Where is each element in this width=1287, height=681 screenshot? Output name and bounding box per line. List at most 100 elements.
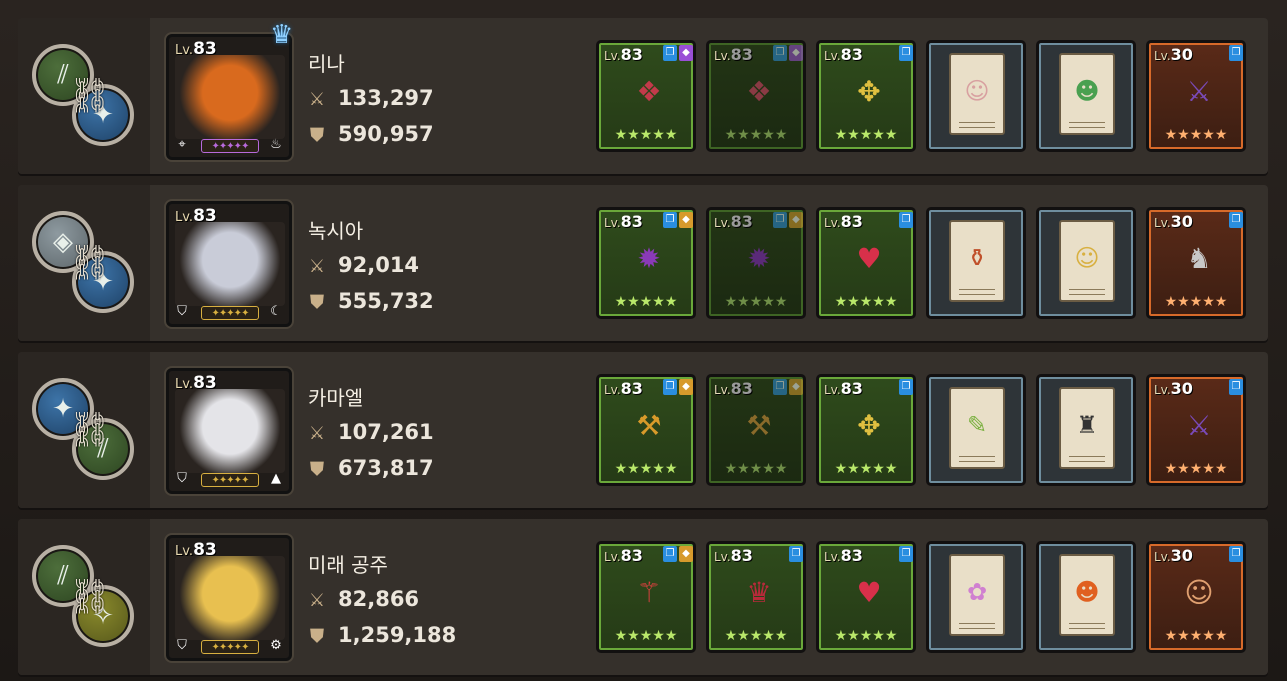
card-portrait-icon: ✎ — [966, 411, 988, 439]
chain-link-icon: ⛓ — [68, 243, 112, 283]
level-prefix: Lv. — [175, 43, 194, 58]
defense-value: 555,732 — [338, 289, 434, 313]
slot-level-value: 83 — [840, 546, 863, 565]
hero-row[interactable]: ✦ ⫽ ⛓ Lv.83 ✦✦✦✦✦ ⛉ ▲ 카마엘 ⚔ 107,261 ⛊ 673,817 Lv.83 ❐… — [18, 352, 1268, 508]
attack-value: 133,297 — [338, 86, 434, 110]
card-face: ☻ — [1059, 554, 1115, 636]
bookmark-icon: ❐ — [1229, 45, 1243, 61]
amulet-icon: ♥ — [856, 575, 882, 609]
equipment-slot[interactable]: Lv.83 ❐ ◆ ⚚ ★★★★★ — [596, 541, 696, 653]
slot-level: Lv.83 — [604, 45, 643, 64]
slot-stars: ★★★★★ — [834, 461, 898, 477]
card-label-line — [1069, 456, 1105, 462]
equipment-slot[interactable]: Lv.30 ❐ ⚔ ★★★★★ — [1146, 374, 1246, 486]
slot-stars: ★★★★★ — [1164, 127, 1228, 143]
equipment-slot[interactable]: ♜ — [1036, 374, 1136, 486]
level-prefix: Lv. — [1154, 216, 1171, 230]
equipment-slot[interactable]: Lv.83 ❐ ◆ ⚒ ★★★★★ — [596, 374, 696, 486]
bookmark-icon: ❐ — [789, 546, 803, 562]
relic-icon: ☺ — [1184, 575, 1214, 609]
defense-stat: ⛊ 555,732 — [306, 289, 434, 313]
card-label-line — [1069, 623, 1105, 629]
card-label-line — [959, 122, 995, 128]
equipment-slot[interactable]: Lv.83 ❐ ◆ ✹ ★★★★★ — [596, 207, 696, 319]
bookmark-icon: ❐ — [899, 45, 913, 61]
bow-icon: ⌖ — [178, 137, 186, 152]
moon-icon: ☾ — [270, 304, 282, 319]
equipment-slot[interactable]: Lv.30 ❐ ☺ ★★★★★ — [1146, 541, 1246, 653]
orb-icon: ✹ — [637, 241, 661, 275]
chain-skill-pair[interactable]: ◈ ✦ ⛓ — [32, 211, 140, 315]
bookmark-icon: ❐ — [1229, 379, 1243, 395]
level-prefix: Lv. — [175, 544, 194, 559]
level-value: 83 — [193, 540, 217, 560]
equipment-slot[interactable]: Lv.83 ❐ ◆ ❖ ★★★★★ — [596, 40, 696, 152]
hero-row[interactable]: ◈ ✦ ⛓ Lv.83 ✦✦✦✦✦ ⛉ ☾ 녹시아 ⚔ 92,014 ⛊ 555,732 Lv.83 ❐ ◆… — [18, 185, 1268, 341]
defense-stat: ⛊ 590,957 — [306, 122, 434, 146]
hero-art — [175, 556, 285, 640]
shield-icon: ⛊ — [310, 125, 324, 146]
shield-icon: ⛊ — [310, 459, 324, 480]
equipment-slot[interactable]: ☺ — [926, 40, 1026, 152]
card-label-line — [959, 456, 995, 462]
slot-stars: ★★★★★ — [614, 461, 678, 477]
gear-icon: ⚙ — [270, 638, 282, 653]
chain-skill-pair[interactable]: ✦ ⫽ ⛓ — [32, 378, 140, 482]
chain-skill-pair[interactable]: ⫽ ✦ ⛓ — [32, 44, 140, 148]
level-prefix: Lv. — [604, 550, 621, 564]
chain-skill-pair[interactable]: ⫽ ✧ ⛓ — [32, 545, 140, 649]
card-label-line — [959, 289, 995, 295]
fire-icon: ♨ — [270, 137, 282, 152]
equipment-slot[interactable]: ⚱ — [926, 207, 1026, 319]
equipment-slot[interactable]: Lv.83 ❐ ◆ ⚒ ★★★★★ — [706, 374, 806, 486]
slot-level: Lv.83 — [714, 546, 753, 565]
equipment-slot[interactable]: Lv.30 ❐ ♞ ★★★★★ — [1146, 207, 1246, 319]
equipment-slot[interactable]: Lv.83 ❐ ✥ ★★★★★ — [816, 40, 916, 152]
slot-level: Lv.83 — [714, 212, 753, 231]
equipment-slot[interactable]: ☺ — [1036, 207, 1136, 319]
level-prefix: Lv. — [714, 383, 731, 397]
equipment-slot[interactable]: ☻ — [1036, 541, 1136, 653]
equipment-slot[interactable]: ✿ — [926, 541, 1026, 653]
crossed-swords-icon: ⚔ — [308, 590, 326, 611]
level-prefix: Lv. — [714, 216, 731, 230]
crossed-swords-icon: ⚔ — [308, 423, 326, 444]
attack-stat: ⚔ 107,261 — [306, 420, 434, 444]
bookmark-icon: ❐ — [773, 45, 787, 61]
amulet-icon: ♥ — [856, 241, 882, 275]
equipment-slot[interactable]: ☻ — [1036, 40, 1136, 152]
card-face: ✿ — [949, 554, 1005, 636]
bookmark-icon: ❐ — [773, 212, 787, 228]
shield-icon: ⛉ — [177, 304, 187, 319]
hero-portrait[interactable]: Lv.83 ✦✦✦✦✦ ⛉ ☾ — [166, 201, 292, 327]
equipment-slot[interactable]: Lv.83 ❐ ◆ ✹ ★★★★★ — [706, 207, 806, 319]
equipment-slot[interactable]: Lv.83 ❐ ♛ ★★★★★ — [706, 541, 806, 653]
hero-level: Lv.83 — [175, 540, 217, 560]
hero-row[interactable]: ⫽ ✦ ⛓ Lv.83 ✦✦✦✦✦ ⌖ ♨ ♛ 리나 ⚔ 133,297 ⛊ 590,957 Lv.83 ❐… — [18, 18, 1268, 174]
defense-value: 673,817 — [338, 456, 434, 480]
level-prefix: Lv. — [824, 216, 841, 230]
level-prefix: Lv. — [175, 210, 194, 225]
hero-portrait[interactable]: Lv.83 ✦✦✦✦✦ ⛉ ⚙ — [166, 535, 292, 661]
equipment-slot[interactable]: Lv.83 ❐ ◆ ❖ ★★★★★ — [706, 40, 806, 152]
hero-row[interactable]: ⫽ ✧ ⛓ Lv.83 ✦✦✦✦✦ ⛉ ⚙ 미래 공주 ⚔ 82,866 ⛊ 1,259,188 Lv.… — [18, 519, 1268, 675]
shield-icon: ⛊ — [310, 626, 324, 647]
hero-portrait[interactable]: Lv.83 ✦✦✦✦✦ ⌖ ♨ — [166, 34, 292, 160]
hero-art — [175, 222, 285, 306]
bookmark-icon: ❐ — [899, 212, 913, 228]
card-face: ☺ — [949, 53, 1005, 135]
gem-tag-icon: ◆ — [789, 212, 803, 228]
slot-stars: ★★★★★ — [724, 294, 788, 310]
defense-value: 590,957 — [338, 122, 434, 146]
slot-level-value: 83 — [620, 546, 643, 565]
attack-stat: ⚔ 82,866 — [306, 587, 419, 611]
equipment-slot[interactable]: Lv.83 ❐ ♥ ★★★★★ — [816, 541, 916, 653]
equipment-slot[interactable]: ✎ — [926, 374, 1026, 486]
hero-portrait[interactable]: Lv.83 ✦✦✦✦✦ ⛉ ▲ — [166, 368, 292, 494]
level-prefix: Lv. — [714, 550, 731, 564]
shield-icon: ⛉ — [177, 638, 187, 653]
level-prefix: Lv. — [824, 49, 841, 63]
equipment-slot[interactable]: Lv.83 ❐ ♥ ★★★★★ — [816, 207, 916, 319]
equipment-slot[interactable]: Lv.83 ❐ ✥ ★★★★★ — [816, 374, 916, 486]
equipment-slot[interactable]: Lv.30 ❐ ⚔ ★★★★★ — [1146, 40, 1246, 152]
